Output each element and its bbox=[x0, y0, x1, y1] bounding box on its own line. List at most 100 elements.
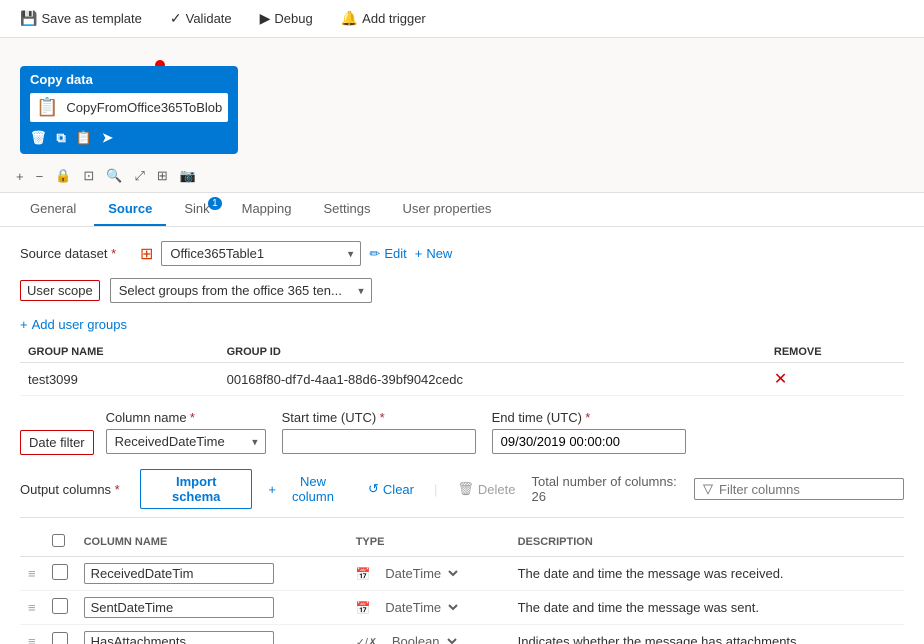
source-dataset-row: Source dataset * ⊞ Office365Table1 ✏ Edi… bbox=[20, 241, 904, 266]
boolean-type-icon: ✓/✗ bbox=[356, 637, 378, 644]
col-type-header: TYPE bbox=[348, 528, 510, 557]
col-type-select[interactable]: DateTime bbox=[376, 596, 462, 619]
copy-data-block[interactable]: Copy data 📋 CopyFromOffice365ToBlob 🗑 ⧉ … bbox=[20, 66, 238, 154]
tab-source[interactable]: Source bbox=[94, 193, 166, 226]
col-desc-header: DESCRIPTION bbox=[510, 528, 904, 557]
start-time-label: Start time (UTC) * bbox=[282, 410, 476, 425]
scope-select[interactable]: Select groups from the office 365 ten... bbox=[110, 278, 372, 303]
tab-sink[interactable]: Sink 1 bbox=[170, 193, 223, 226]
group-id-header: GROUP ID bbox=[219, 342, 766, 363]
drag-col-header bbox=[20, 528, 44, 557]
row-checkbox[interactable] bbox=[52, 632, 68, 644]
col-name-input[interactable] bbox=[84, 597, 274, 618]
tab-user-properties[interactable]: User properties bbox=[388, 193, 505, 226]
dataset-dropdown-wrapper: Office365Table1 bbox=[161, 241, 361, 266]
expand-icon[interactable]: ⤢ bbox=[134, 168, 144, 184]
table-row: ≡ 📅 DateTime The date and time the messa… bbox=[20, 557, 904, 591]
snapshot-icon[interactable]: 📷 bbox=[180, 168, 196, 184]
table-row: ≡ 📅 DateTime The date and time the messa… bbox=[20, 591, 904, 625]
edit-dataset-button[interactable]: ✏ Edit bbox=[369, 244, 406, 264]
check-col-header bbox=[44, 528, 76, 557]
col-name-input[interactable] bbox=[84, 631, 274, 644]
drag-handle[interactable]: ≡ bbox=[28, 600, 36, 615]
canvas-mini-toolbar: + − 🔒 ⊡ 🔍 ⤢ ⊞ 📷 bbox=[16, 168, 196, 184]
zoom-out-btn[interactable]: − bbox=[36, 169, 44, 184]
plus-icon: + bbox=[268, 482, 276, 497]
import-schema-button[interactable]: Import schema bbox=[140, 469, 252, 509]
content-area: Source dataset * ⊞ Office365Table1 ✏ Edi… bbox=[0, 227, 924, 644]
clone-activity-icon[interactable]: 📋 bbox=[76, 130, 92, 146]
drag-handle[interactable]: ≡ bbox=[28, 566, 36, 581]
save-icon: 💾 bbox=[20, 10, 37, 27]
zoom-in-btn[interactable]: + bbox=[16, 169, 24, 184]
drag-handle[interactable]: ≡ bbox=[28, 634, 36, 644]
debug-button[interactable]: ▶ Debug bbox=[256, 8, 317, 29]
copy-activity-icon[interactable]: ⧉ bbox=[57, 130, 66, 146]
output-columns-label: Output columns * bbox=[20, 482, 130, 497]
tab-general[interactable]: General bbox=[16, 193, 90, 226]
scope-dropdown-wrapper: Select groups from the office 365 ten... bbox=[110, 278, 372, 303]
run-activity-icon[interactable]: ➤ bbox=[102, 130, 113, 146]
columns-table: COLUMN NAME TYPE DESCRIPTION ≡ 📅 DateTim… bbox=[20, 528, 904, 644]
end-time-input[interactable] bbox=[492, 429, 686, 454]
refresh-icon: ↺ bbox=[368, 481, 379, 497]
tab-mapping[interactable]: Mapping bbox=[228, 193, 306, 226]
delete-button[interactable]: 🗑 Delete bbox=[451, 479, 521, 499]
validate-button[interactable]: ✓ Validate bbox=[166, 8, 236, 29]
tab-settings[interactable]: Settings bbox=[310, 193, 385, 226]
user-scope-row: User scope Select groups from the office… bbox=[20, 278, 904, 303]
delete-activity-icon[interactable]: 🗑 bbox=[30, 130, 47, 146]
total-columns-text: Total number of columns: 26 bbox=[531, 474, 684, 504]
group-remove-cell: ✕ bbox=[766, 363, 904, 396]
col-type-select[interactable]: Boolean bbox=[383, 630, 461, 644]
dataset-input-group: ⊞ Office365Table1 ✏ Edit + New bbox=[140, 241, 904, 266]
grid-icon[interactable]: ⊞ bbox=[157, 168, 168, 184]
validate-icon: ✓ bbox=[170, 10, 182, 27]
row-checkbox[interactable] bbox=[52, 564, 68, 580]
add-trigger-button[interactable]: 🔔 Add trigger bbox=[337, 8, 430, 29]
select-all-checkbox[interactable] bbox=[52, 534, 65, 547]
remove-group-button[interactable]: ✕ bbox=[774, 369, 787, 389]
filter-icon: ▽ bbox=[703, 481, 713, 497]
lock-icon[interactable]: 🔒 bbox=[55, 168, 71, 184]
end-time-label: End time (UTC) * bbox=[492, 410, 686, 425]
column-name-group: Column name * ReceivedDateTime bbox=[106, 410, 266, 454]
tabs-row: General Source Sink 1 Mapping Settings U… bbox=[0, 193, 924, 227]
start-time-group: Start time (UTC) * bbox=[282, 410, 476, 454]
block-actions: 🗑 ⧉ 📋 ➤ bbox=[30, 128, 228, 148]
col-description: The date and time the message was receiv… bbox=[510, 557, 904, 591]
col-name-header: COLUMN NAME bbox=[76, 528, 348, 557]
new-dataset-button[interactable]: + New bbox=[415, 244, 453, 263]
canvas-area: Copy data 📋 CopyFromOffice365ToBlob 🗑 ⧉ … bbox=[0, 38, 924, 193]
clear-button[interactable]: ↺ Clear bbox=[362, 479, 420, 499]
table-row: ≡ ✓/✗ Boolean Indicates whether the mess… bbox=[20, 625, 904, 644]
sink-badge: 1 bbox=[208, 197, 222, 210]
dataset-select[interactable]: Office365Table1 bbox=[161, 241, 361, 266]
date-filter-section: Date filter Column name * ReceivedDateTi… bbox=[20, 410, 904, 455]
column-name-wrapper: ReceivedDateTime bbox=[106, 429, 266, 454]
trigger-icon: 🔔 bbox=[341, 10, 358, 27]
edit-icon: ✏ bbox=[369, 246, 380, 262]
plus-icon: + bbox=[20, 317, 28, 332]
new-column-button[interactable]: + New column bbox=[262, 472, 352, 506]
plus-icon: + bbox=[415, 246, 423, 261]
add-user-groups-button[interactable]: + Add user groups bbox=[20, 315, 127, 334]
row-checkbox[interactable] bbox=[52, 598, 68, 614]
datetime-type-icon: 📅 bbox=[356, 567, 371, 581]
start-time-input[interactable] bbox=[282, 429, 476, 454]
col-name-input[interactable] bbox=[84, 563, 274, 584]
fit-page-icon[interactable]: ⊡ bbox=[83, 168, 94, 184]
user-scope-label: User scope bbox=[20, 280, 100, 301]
save-as-template-button[interactable]: 💾 Save as template bbox=[16, 8, 146, 29]
trash-icon: 🗑 bbox=[457, 481, 474, 497]
column-name-select[interactable]: ReceivedDateTime bbox=[106, 429, 266, 454]
group-name-cell: test3099 bbox=[20, 363, 219, 396]
group-name-header: GROUP NAME bbox=[20, 342, 219, 363]
col-type-select[interactable]: DateTime bbox=[376, 562, 462, 585]
datetime-type-icon: 📅 bbox=[356, 601, 371, 615]
filter-columns-input[interactable] bbox=[719, 482, 895, 497]
properties-panel: General Source Sink 1 Mapping Settings U… bbox=[0, 193, 924, 644]
dataset-required: * bbox=[111, 246, 116, 261]
top-toolbar: 💾 Save as template ✓ Validate ▶ Debug 🔔 … bbox=[0, 0, 924, 38]
zoom-fit-icon[interactable]: 🔍 bbox=[106, 168, 122, 184]
